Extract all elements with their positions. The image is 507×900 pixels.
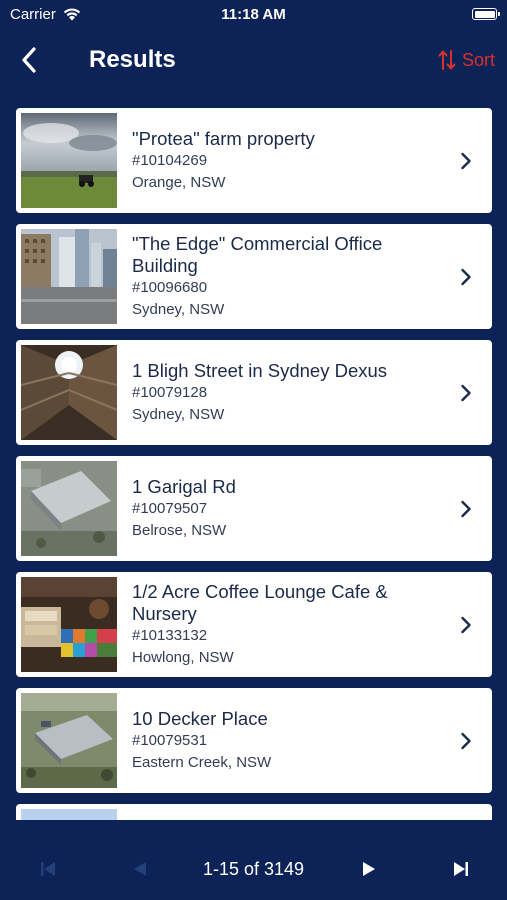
property-location: Eastern Creek, NSW [132,753,272,771]
card-text: 1/2 Acre Coffee Lounge Cafe & Nursery #1… [132,572,452,677]
chevron-right-icon [461,616,471,633]
status-left: Carrier [10,6,82,23]
property-thumbnail [21,229,117,324]
property-thumbnail [21,693,117,788]
results-list[interactable]: "Protea" farm property #10104269 Orange,… [0,100,507,820]
property-thumbnail [21,113,117,208]
property-thumbnail [21,577,117,672]
result-card[interactable]: 1/2 Acre Coffee Lounge Cafe & Nursery #1… [16,572,492,677]
chevron-right-icon [461,268,471,285]
skip-last-icon [454,862,468,876]
chevron-left-icon [22,47,36,73]
chevron-right-icon [461,152,471,169]
property-thumbnail [21,809,117,820]
wifi-icon [63,8,81,21]
result-card[interactable]: "The Edge" Commercial Office Building #1… [16,224,492,329]
result-card[interactable]: 1 Bligh Street in Sydney Dexus #10079128… [16,340,492,445]
result-card[interactable]: 1 Garigal Rd #10079507 Belrose, NSW [16,456,492,561]
property-id: #10133132 [132,626,208,644]
property-title: 1 Garigal Rd [132,475,236,497]
property-thumbnail [21,461,117,556]
property-title: "The Edge" Commercial Office Building [132,232,383,276]
carrier-label: Carrier [10,5,56,23]
play-right-icon [363,862,375,876]
property-id: #10096680 [132,278,208,296]
result-card[interactable]: 10 Decker Place #10079531 Eastern Creek,… [16,688,492,793]
property-id: #10079531 [132,731,208,749]
battery-fill [474,10,495,18]
card-text: "The Edge" Commercial Office Building #1… [132,224,452,329]
card-text: 10 Decker Place #10079531 Eastern Creek,… [132,688,452,793]
back-button[interactable] [14,44,44,76]
page-title: Results [89,46,176,73]
result-card[interactable] [16,804,492,820]
last-page-button[interactable] [450,858,472,880]
property-location: Howlong, NSW [132,648,234,666]
sort-arrows-icon [438,50,456,70]
navigation-bar: Results Sort [0,28,507,92]
pagination-bar: 1-15 of 3149 [0,830,507,900]
card-text: "Protea" farm property #10104269 Orange,… [132,108,452,213]
chevron-right-icon [461,384,471,401]
battery-icon [472,8,500,20]
property-location: Sydney, NSW [132,300,225,318]
property-id: #10079507 [132,499,208,517]
property-location: Belrose, NSW [132,521,227,539]
sort-label: Sort [461,50,495,70]
page-range-label: 1-15 of 3149 [202,859,305,879]
card-text: 1 Garigal Rd #10079507 Belrose, NSW [132,456,452,561]
property-thumbnail [21,345,117,440]
sort-button[interactable]: Sort [438,46,495,74]
property-location: Orange, NSW [132,173,226,191]
chevron-right-icon [461,500,471,517]
property-title: 1 Bligh Street in Sydney Dexus [132,359,388,381]
next-page-button[interactable] [358,858,380,880]
property-title: "Protea" farm property [132,127,315,149]
property-id: #10079128 [132,383,208,401]
status-bar: Carrier 11:18 AM [0,0,507,28]
card-text: 1 Bligh Street in Sydney Dexus #10079128… [132,340,452,445]
property-location: Sydney, NSW [132,405,225,423]
result-card[interactable]: "Protea" farm property #10104269 Orange,… [16,108,492,213]
property-title: 1/2 Acre Coffee Lounge Cafe & Nursery [132,580,388,624]
chevron-right-icon [461,732,471,749]
property-id: #10104269 [132,151,208,169]
property-title: 10 Decker Place [132,707,268,729]
